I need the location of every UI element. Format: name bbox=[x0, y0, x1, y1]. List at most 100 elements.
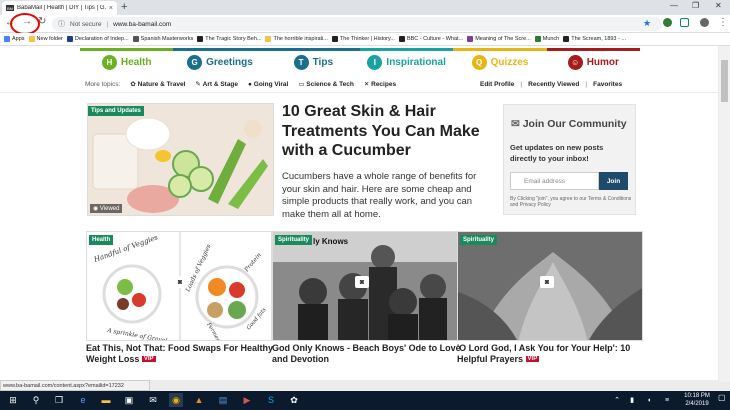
bookmark-item[interactable]: Declaration of Indep... bbox=[66, 36, 129, 42]
clock-time: 10:18 PM bbox=[684, 393, 710, 399]
camera-icon: ◙ bbox=[173, 276, 187, 288]
bookmark-item[interactable]: Spanish Masterworks bbox=[132, 36, 193, 42]
app-icon[interactable]: ▶ bbox=[240, 393, 254, 407]
task-view-icon[interactable]: ❒ bbox=[52, 393, 66, 407]
bookmarks-bar: Apps New folder Declaration of Indep... Spa… bbox=[0, 33, 730, 46]
nav-tab-greetings[interactable]: G Greetings bbox=[173, 48, 267, 74]
store-icon[interactable]: ▣ bbox=[122, 393, 136, 407]
bookmark-item[interactable]: BBC - Culture - What... bbox=[398, 36, 464, 42]
bookmark-star-icon[interactable]: ★ bbox=[643, 18, 651, 29]
network-icon[interactable]: ▮ bbox=[625, 393, 639, 407]
tab-close-icon[interactable]: × bbox=[109, 5, 113, 12]
bookmark-label: BBC - Culture - What... bbox=[406, 36, 464, 42]
card-title[interactable]: Eat This, Not That: Food Swaps For Healt… bbox=[86, 343, 276, 365]
card-title[interactable]: 'O Lord God, I Ask You for Your Help': 1… bbox=[457, 343, 647, 365]
extension-icon[interactable] bbox=[663, 18, 672, 27]
bookmark-label: The Tragic Story Beh... bbox=[205, 36, 262, 42]
close-window-icon[interactable]: ✕ bbox=[715, 1, 722, 10]
bookmark-item[interactable]: Munch bbox=[534, 36, 559, 42]
bookmark-item[interactable]: The Tragic Story Beh... bbox=[197, 36, 261, 42]
language-icon[interactable]: ≡ bbox=[660, 393, 674, 407]
featured-image[interactable]: Tips and Updates bbox=[87, 103, 274, 216]
bookmark-item[interactable]: Apps bbox=[4, 36, 25, 42]
user-link[interactable]: Recently Viewed bbox=[528, 81, 579, 88]
edge-icon[interactable]: e bbox=[76, 393, 90, 407]
bookmark-icon bbox=[398, 36, 405, 42]
scrollbar-thumb[interactable] bbox=[721, 60, 728, 102]
app-icon[interactable]: ✿ bbox=[287, 393, 301, 407]
nav-tab-icon: I bbox=[367, 55, 383, 70]
topic-link[interactable]: ✿ Nature & Travel bbox=[130, 80, 185, 88]
nav-tab-icon: G bbox=[187, 55, 203, 70]
camera-icon: ◙ bbox=[355, 276, 369, 288]
reload-icon[interactable]: ↻ bbox=[38, 16, 46, 27]
file-explorer-icon[interactable]: ▬ bbox=[99, 393, 113, 407]
nav-tab-icon: T bbox=[293, 55, 309, 70]
minimize-icon[interactable]: — bbox=[670, 1, 678, 10]
chrome-icon[interactable]: ◉ bbox=[169, 393, 183, 407]
profile-icon[interactable] bbox=[700, 18, 709, 27]
tab-title: BabaMail | Health | DIY | Tips | G... bbox=[17, 5, 106, 11]
menu-icon[interactable]: ⋮ bbox=[718, 17, 728, 28]
extension-icon[interactable] bbox=[680, 18, 689, 27]
eye-icon: ◉ bbox=[93, 206, 100, 212]
nav-tab-tips[interactable]: T Tips bbox=[266, 48, 360, 74]
viewed-label: Viewed bbox=[99, 206, 120, 212]
bookmark-icon bbox=[265, 36, 272, 42]
vlc-icon[interactable]: ▲ bbox=[192, 393, 206, 407]
featured-title[interactable]: 10 Great Skin & Hair Treatments You Can … bbox=[282, 102, 482, 161]
topic-link[interactable]: ▭ Science & Tech bbox=[298, 80, 354, 88]
new-tab-button[interactable]: + bbox=[121, 1, 127, 13]
topic-label: Recipes bbox=[371, 81, 397, 88]
card-title[interactable]: God Only Knows - Beach Boys' Ode to Love… bbox=[272, 343, 462, 365]
bookmark-icon bbox=[66, 36, 73, 42]
address-bar[interactable]: ⓘ Not secure | www.ba-bamail.com bbox=[52, 17, 662, 31]
bookmark-item[interactable]: The Thinker | History... bbox=[331, 36, 395, 42]
notification-icon[interactable]: ▢ bbox=[718, 393, 730, 407]
category-tag: Tips and Updates bbox=[88, 106, 144, 116]
vip-badge: VIP bbox=[525, 356, 540, 363]
bookmark-item[interactable]: The Scream, 1893 - ... bbox=[563, 36, 626, 42]
topic-label: Art & Stage bbox=[202, 81, 239, 88]
nav-tab-quizzes[interactable]: Q Quizzes bbox=[453, 48, 547, 74]
nav-tab-icon: H bbox=[101, 55, 117, 70]
bookmark-label: Apps bbox=[12, 36, 25, 42]
topic-link[interactable]: ✎ Art & Stage bbox=[195, 80, 238, 88]
nav-tab-inspirational[interactable]: I Inspirational bbox=[359, 48, 454, 74]
community-title-text: Join Our Community bbox=[522, 118, 627, 130]
windows-start-icon[interactable]: ⊞ bbox=[6, 393, 20, 407]
topic-link[interactable]: ✕ Recipes bbox=[364, 80, 396, 88]
card-image-prayers[interactable]: Spirituality ◙ bbox=[457, 231, 643, 341]
maximize-icon[interactable]: ❐ bbox=[692, 1, 699, 10]
volume-icon[interactable]: ◐ bbox=[643, 393, 657, 407]
mail-app-icon[interactable]: ✉ bbox=[146, 393, 160, 407]
bookmark-item[interactable]: Meaning of The Scre... bbox=[467, 36, 531, 42]
taskbar-clock[interactable]: 10:18 PM 2/4/2019 bbox=[677, 392, 717, 408]
nav-tab-health[interactable]: H Health bbox=[80, 48, 174, 74]
vip-badge: VIP bbox=[141, 356, 156, 363]
tray-chevron-icon[interactable]: ⌃ bbox=[610, 393, 624, 407]
security-label: Not secure bbox=[70, 20, 102, 28]
join-button[interactable]: Join bbox=[599, 172, 628, 190]
user-link[interactable]: Edit Profile bbox=[480, 81, 514, 88]
nav-tab-icon: ☺ bbox=[567, 55, 583, 70]
more-topics-label: More topics: bbox=[85, 80, 121, 88]
email-field[interactable]: Email address bbox=[510, 172, 599, 190]
search-icon[interactable]: ⚲ bbox=[29, 393, 43, 407]
bookmark-item[interactable]: The horrible inspirati... bbox=[265, 36, 328, 42]
card-title-text: Eat This, Not That: Food Swaps For Healt… bbox=[86, 343, 274, 364]
category-tag: Spirituality bbox=[275, 235, 313, 245]
bookmark-item[interactable]: New folder bbox=[28, 36, 63, 42]
card-image-beach-boys[interactable]: ly Knows Spirituality ◙ bbox=[272, 231, 458, 341]
card-image-health[interactable]: Handful of Veggies Loads of Veggies Prot… bbox=[86, 231, 272, 341]
skype-icon[interactable]: S bbox=[264, 393, 278, 407]
user-link[interactable]: Favorites bbox=[593, 81, 622, 88]
topic-link[interactable]: ● Going Viral bbox=[248, 81, 288, 88]
photos-icon[interactable]: ▤ bbox=[216, 393, 230, 407]
bookmark-label: Declaration of Indep... bbox=[74, 36, 129, 42]
bookmark-icon bbox=[467, 36, 474, 42]
nav-tab-humor[interactable]: ☺ Humor bbox=[546, 48, 640, 74]
featured-description: Cucumbers have a whole range of benefits… bbox=[282, 171, 477, 220]
url-text: www.ba-bamail.com bbox=[113, 20, 172, 28]
cucumber-illustration bbox=[88, 104, 273, 215]
